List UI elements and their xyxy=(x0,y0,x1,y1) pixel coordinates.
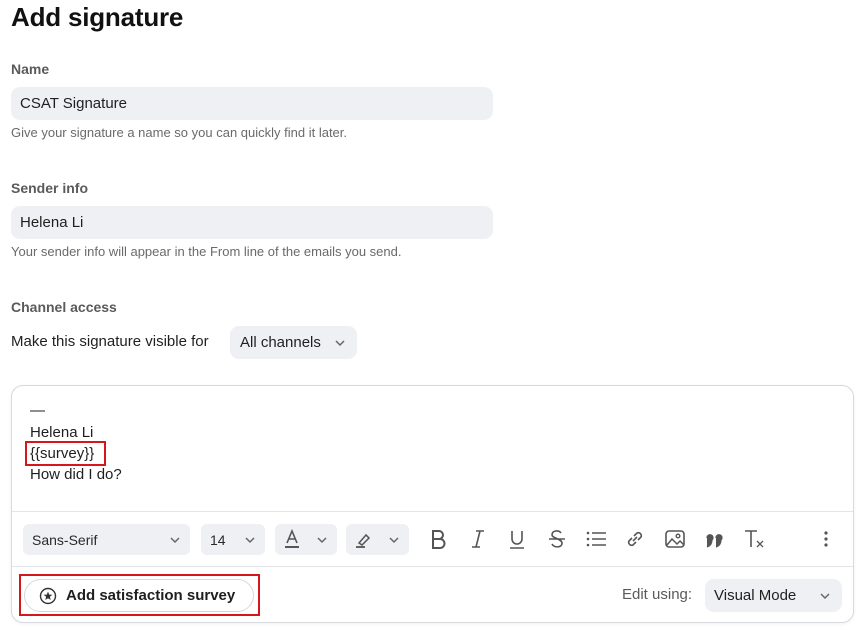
chevron-down-icon xyxy=(168,533,182,547)
text-color-select[interactable] xyxy=(275,524,337,555)
chevron-down-icon xyxy=(243,533,257,547)
text-color-icon xyxy=(283,528,301,552)
quote-icon[interactable] xyxy=(702,526,728,552)
edit-mode-value: Visual Mode xyxy=(714,587,797,604)
sender-info-label: Sender info xyxy=(11,180,89,196)
visible-for-label: Make this signature visible for xyxy=(11,333,209,350)
channel-select[interactable]: All channels xyxy=(230,326,357,359)
highlight-icon xyxy=(355,531,373,552)
chevron-down-icon xyxy=(333,336,347,350)
bold-icon[interactable] xyxy=(425,526,451,552)
font-family-value: Sans-Serif xyxy=(32,531,98,548)
more-options-icon[interactable] xyxy=(813,526,839,552)
chevron-down-icon xyxy=(818,589,832,603)
toolbar-divider-bottom xyxy=(12,566,853,567)
name-input[interactable]: CSAT Signature xyxy=(11,87,493,120)
sender-info-input[interactable]: Helena Li xyxy=(11,206,493,239)
chevron-down-icon xyxy=(315,533,329,547)
page-title: Add signature xyxy=(11,2,184,32)
strikethrough-icon[interactable] xyxy=(544,526,570,552)
survey-star-icon xyxy=(39,587,57,605)
editor-line-question: How did I do? xyxy=(30,466,122,483)
editor-line-name: Helena Li xyxy=(30,424,94,441)
underline-icon[interactable] xyxy=(504,526,530,552)
channel-select-value: All channels xyxy=(240,334,321,351)
toolbar-divider-top xyxy=(12,511,853,512)
add-satisfaction-survey-button[interactable]: Add satisfaction survey xyxy=(24,579,254,612)
name-label: Name xyxy=(11,61,50,77)
clear-format-icon[interactable] xyxy=(741,526,767,552)
edit-using-label: Edit using: xyxy=(622,586,693,603)
edit-mode-select[interactable]: Visual Mode xyxy=(705,579,842,612)
sender-info-hint: Your sender info will appear in the From… xyxy=(11,244,402,259)
name-hint: Give your signature a name so you can qu… xyxy=(11,125,348,140)
survey-button-label: Add satisfaction survey xyxy=(66,587,236,604)
survey-placeholder-highlight xyxy=(25,441,106,466)
highlight-color-select[interactable] xyxy=(346,524,409,555)
link-icon[interactable] xyxy=(622,526,648,552)
chevron-down-icon xyxy=(387,533,401,547)
font-family-select[interactable]: Sans-Serif xyxy=(23,524,190,555)
channel-access-label: Channel access xyxy=(11,299,117,315)
editor-line-dash: — xyxy=(30,402,45,419)
italic-icon[interactable] xyxy=(465,526,491,552)
bullet-list-icon[interactable] xyxy=(583,526,609,552)
font-size-select[interactable]: 14 xyxy=(201,524,265,555)
font-size-value: 14 xyxy=(210,531,226,548)
image-icon[interactable] xyxy=(662,526,688,552)
